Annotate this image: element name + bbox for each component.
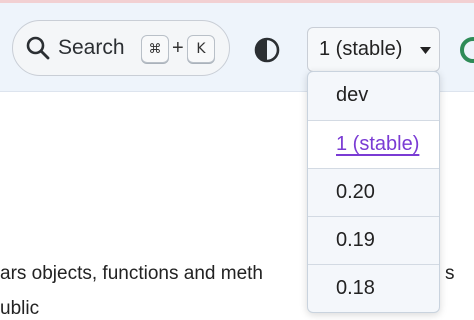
version-option-dev[interactable]: dev (308, 72, 439, 120)
version-option-stable[interactable]: 1 (stable) (308, 120, 439, 168)
version-option-0-20[interactable]: 0.20 (308, 168, 439, 216)
chevron-down-icon (420, 47, 431, 54)
shortcut-plus: + (172, 37, 184, 59)
version-switcher-button[interactable]: 1 (stable) (307, 27, 440, 72)
github-icon[interactable] (460, 37, 474, 63)
version-option-0-18[interactable]: 0.18 (308, 264, 439, 312)
version-option-label: dev (336, 84, 369, 106)
body-text-line-1: ars objects, functions and meth (0, 263, 263, 284)
shortcut-key-command: ⌘ (141, 35, 169, 63)
version-option-0-19[interactable]: 0.19 (308, 216, 439, 264)
version-option-label: 0.19 (336, 229, 375, 251)
search-label: Search (58, 36, 125, 59)
body-text-line-1-tail: s (445, 263, 455, 284)
version-option-label: 0.18 (336, 277, 375, 299)
contrast-icon[interactable] (253, 36, 281, 64)
search-button[interactable]: Search ⌘ + K (12, 20, 230, 76)
search-icon (26, 36, 50, 60)
version-option-label: 0.20 (336, 181, 375, 203)
shortcut-key-k: K (187, 35, 215, 63)
version-selected-label: 1 (stable) (319, 38, 403, 60)
version-dropdown-menu: dev 1 (stable) 0.20 0.19 0.18 (307, 71, 440, 313)
version-option-label: 1 (stable) (336, 133, 420, 155)
